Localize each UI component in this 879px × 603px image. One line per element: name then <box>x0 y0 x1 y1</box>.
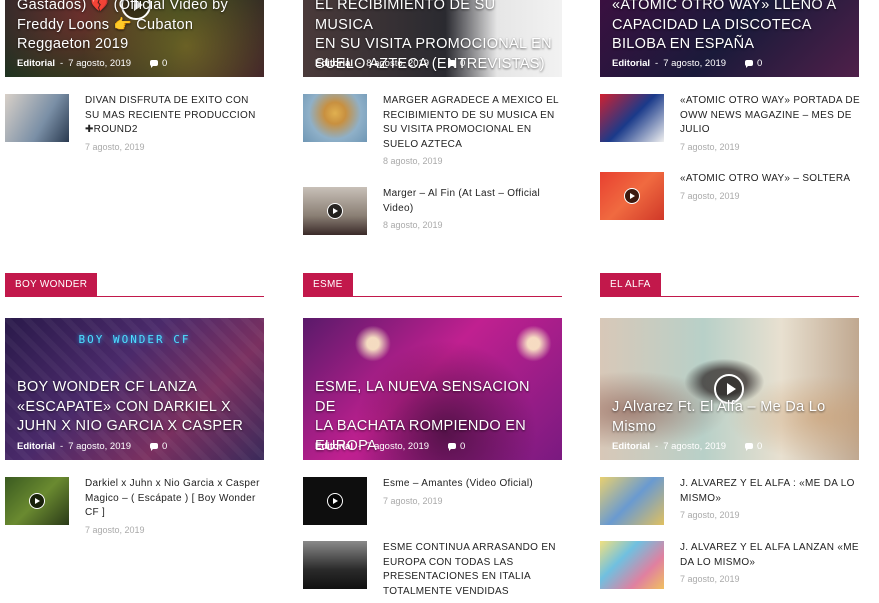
author-link[interactable]: Editorial <box>17 441 55 452</box>
comment-icon <box>448 443 457 452</box>
item-title[interactable]: Marger – Al Fin (At Last – Official Vide… <box>383 187 563 216</box>
play-icon[interactable] <box>327 493 343 509</box>
post-date: 7 agosto, 2019 <box>366 441 430 452</box>
item-title[interactable]: J. ALVAREZ Y EL ALFA LANZAN «ME DA LO MI… <box>680 541 860 570</box>
comment-icon <box>150 443 159 452</box>
post-date: 7 agosto, 2019 <box>68 58 132 69</box>
play-icon[interactable] <box>29 493 45 509</box>
item-date: 7 agosto, 2019 <box>85 524 145 535</box>
item-date: 7 agosto, 2019 <box>680 510 740 520</box>
hero-post-atomic[interactable]: «ATOMIC OTRO WAY» LLENO A CAPACIDAD LA D… <box>600 0 859 77</box>
section-tab[interactable]: EL ALFA <box>600 273 661 296</box>
item-title[interactable]: ESME CONTINUA ARRASANDO EN EUROPA CON TO… <box>383 541 563 599</box>
hero-post-esme[interactable]: ESME, LA NUEVA SENSACION DE LA BACHATA R… <box>303 318 562 460</box>
hero-meta: Editorial - 7 agosto, 2019 0 <box>17 441 168 452</box>
thumbnail[interactable] <box>5 477 69 525</box>
thumbnail[interactable] <box>600 94 664 142</box>
thumbnail[interactable] <box>600 477 664 525</box>
hero-title[interactable]: Gastados) 💔 (Official Video by Freddy Lo… <box>17 0 254 55</box>
comments-count[interactable]: 0 <box>448 58 465 69</box>
play-icon[interactable] <box>327 203 343 219</box>
play-icon[interactable] <box>624 188 640 204</box>
item-date: 7 agosto, 2019 <box>680 574 740 584</box>
thumbnail[interactable] <box>303 187 367 235</box>
item-title[interactable]: Esme – Amantes (Video Oficial) <box>383 477 563 492</box>
item-title[interactable]: DIVAN DISFRUTA DE EXITO CON SU MAS RECIE… <box>85 94 265 138</box>
item-date: 7 agosto, 2019 <box>85 141 145 152</box>
hero-meta: Editorial - 7 agosto, 2019 0 <box>612 441 763 452</box>
item-date: 7 agosto, 2019 <box>680 141 740 152</box>
author-link[interactable]: Editorial <box>315 58 353 69</box>
hero-meta: Editorial - 7 agosto, 2019 0 <box>315 441 466 452</box>
comment-icon <box>745 443 754 452</box>
item-title[interactable]: «ATOMIC OTRO WAY» – SOLTERA <box>680 172 860 187</box>
author-link[interactable]: Editorial <box>17 58 55 69</box>
section-header-boy-wonder: BOY WONDER <box>5 273 264 297</box>
comment-icon <box>150 60 159 69</box>
hero-post-divan[interactable]: Gastados) 💔 (Official Video by Freddy Lo… <box>5 0 264 77</box>
item-date: 8 agosto, 2019 <box>383 220 443 230</box>
item-date: 7 agosto, 2019 <box>680 190 740 201</box>
comments-count[interactable]: 0 <box>745 441 762 452</box>
comment-icon <box>745 60 754 69</box>
hero-title[interactable]: J Alvarez Ft. El Alfa – Me Da Lo Mismo <box>612 398 849 437</box>
post-date: 8 agosto, 2019 <box>366 58 430 69</box>
item-date: 8 agosto, 2019 <box>383 156 443 166</box>
item-title[interactable]: «ATOMIC OTRO WAY» PORTADA DE OWW NEWS MA… <box>680 94 860 138</box>
author-link[interactable]: Editorial <box>612 58 650 69</box>
thumbnail[interactable] <box>5 94 69 142</box>
section-tab[interactable]: BOY WONDER <box>5 273 98 296</box>
thumbnail[interactable] <box>303 477 367 525</box>
comments-count[interactable]: 0 <box>448 441 465 452</box>
hero-post-marger[interactable]: EL RECIBIMIENTO DE SU MUSICA EN SU VISIT… <box>303 0 562 77</box>
post-date: 7 agosto, 2019 <box>663 441 727 452</box>
section-tab[interactable]: ESME <box>303 273 353 296</box>
hero-meta: Editorial - 7 agosto, 2019 0 <box>17 58 168 69</box>
item-title[interactable]: MARGER AGRADECE A MEXICO EL RECIBIMIENTO… <box>383 94 563 152</box>
thumbnail[interactable] <box>303 94 367 142</box>
section-header-esme: ESME <box>303 273 562 297</box>
hero-title[interactable]: BOY WONDER CF LANZA «ESCAPATE» CON DARKI… <box>17 378 254 437</box>
comments-count[interactable]: 0 <box>150 58 167 69</box>
comments-count[interactable]: 0 <box>745 58 762 69</box>
thumbnail[interactable] <box>303 541 367 589</box>
comments-count[interactable]: 0 <box>150 441 167 452</box>
post-date: 7 agosto, 2019 <box>663 58 727 69</box>
hero-post-boy-wonder[interactable]: BOY WONDER CF BOY WONDER CF LANZA «ESCAP… <box>5 318 264 460</box>
hero-meta: Editorial - 7 agosto, 2019 0 <box>612 58 763 69</box>
author-link[interactable]: Editorial <box>315 441 353 452</box>
item-date: 7 agosto, 2019 <box>383 495 443 506</box>
item-title[interactable]: Darkiel x Juhn x Nio Garcia x Casper Mag… <box>85 477 265 521</box>
hero-post-el-alfa[interactable]: J Alvarez Ft. El Alfa – Me Da Lo Mismo E… <box>600 318 859 460</box>
thumbnail[interactable] <box>600 172 664 220</box>
hero-title[interactable]: «ATOMIC OTRO WAY» LLENO A CAPACIDAD LA D… <box>612 0 849 55</box>
author-link[interactable]: Editorial <box>612 441 650 452</box>
post-date: 7 agosto, 2019 <box>68 441 132 452</box>
hero-meta: Editorial - 8 agosto, 2019 0 <box>315 58 466 69</box>
hero-overlay-text: BOY WONDER CF <box>78 333 191 346</box>
thumbnail[interactable] <box>600 541 664 589</box>
section-header-el-alfa: EL ALFA <box>600 273 859 297</box>
item-title[interactable]: J. ALVAREZ Y EL ALFA : «ME DA LO MISMO» <box>680 477 860 506</box>
comment-icon <box>448 60 457 69</box>
